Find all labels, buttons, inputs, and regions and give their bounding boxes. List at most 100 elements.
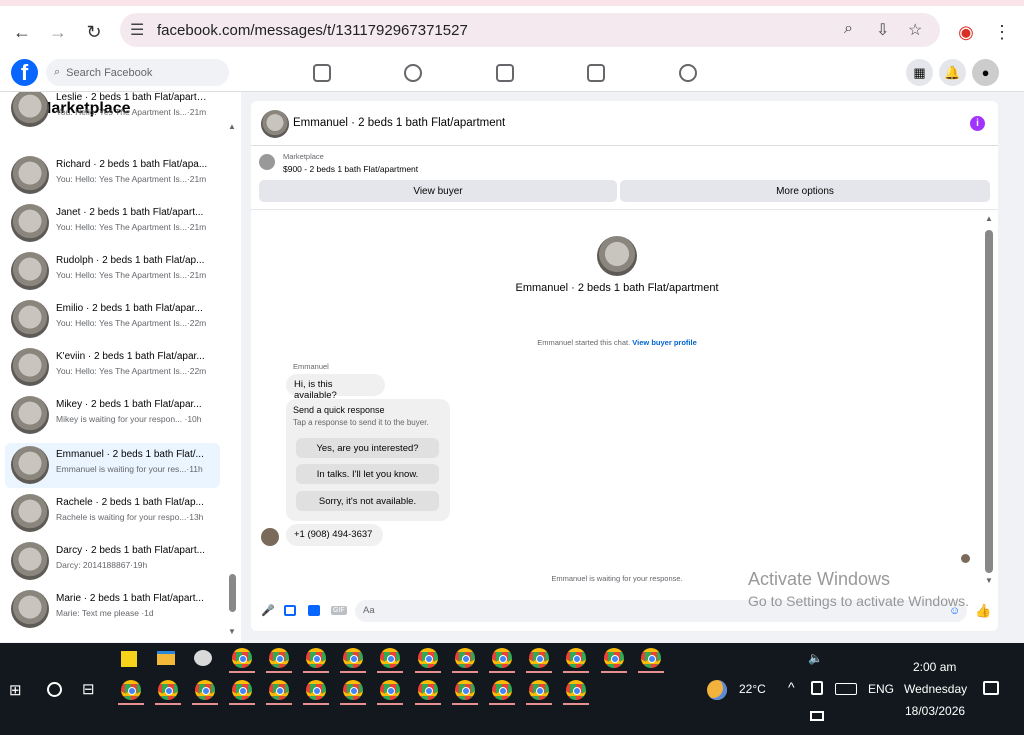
search-input[interactable]: ⌕ Search Facebook — [46, 59, 229, 86]
thread-avatar[interactable] — [261, 110, 289, 138]
sticky-notes-icon[interactable] — [121, 651, 137, 667]
keyboard-icon[interactable] — [835, 683, 857, 695]
chrome-taskbar-icon[interactable] — [529, 680, 549, 700]
thread-title[interactable]: Emmanuel · 2 beds 1 bath Flat/apartment — [293, 117, 505, 129]
chrome-taskbar-icon[interactable] — [492, 680, 512, 700]
forward-icon[interactable]: → — [46, 20, 70, 44]
notification-center-icon[interactable] — [983, 681, 999, 695]
conversation-name: Darcy · 2 beds 1 bath Flat/apart... — [56, 545, 205, 556]
chrome-taskbar-icon[interactable] — [529, 648, 549, 668]
chrome-taskbar-icon[interactable] — [232, 680, 252, 700]
groups-icon[interactable] — [679, 64, 697, 82]
file-explorer-icon[interactable] — [157, 651, 175, 665]
conversation-preview: Emmanuel is waiting for your res...·11h — [56, 464, 203, 474]
back-icon[interactable]: ← — [10, 20, 34, 44]
site-info-icon[interactable]: ☰ — [130, 20, 144, 40]
app-icon[interactable] — [194, 650, 212, 666]
conversation-item[interactable]: Mikey · 2 beds 1 bath Flat/apar... Mikey … — [5, 393, 220, 438]
chrome-taskbar-icon[interactable] — [158, 680, 178, 700]
friends-icon[interactable] — [404, 64, 422, 82]
conversation-item[interactable]: Emilio · 2 beds 1 bath Flat/apar... You: … — [5, 297, 220, 342]
chrome-taskbar-icon[interactable] — [195, 680, 215, 700]
chrome-taskbar-icon[interactable] — [455, 680, 475, 700]
clock-time[interactable]: 2:00 am — [913, 660, 956, 674]
info-icon[interactable]: i — [970, 116, 985, 131]
conversation-item[interactable]: K'eviin · 2 beds 1 bath Flat/apar... You:… — [5, 345, 220, 390]
profile-avatar[interactable] — [597, 236, 637, 276]
conversation-item[interactable]: Richard · 2 beds 1 bath Flat/apa... You: … — [5, 153, 220, 198]
conversation-item[interactable]: Rudolph · 2 beds 1 bath Flat/ap... You: H… — [5, 249, 220, 294]
profile-name: Emmanuel · 2 beds 1 bath Flat/apartment — [515, 282, 719, 294]
account-avatar[interactable]: ● — [972, 59, 999, 86]
zoom-icon[interactable]: ⌕ — [844, 20, 853, 38]
quick-response-option[interactable]: In talks. I'll let you know. — [296, 464, 439, 484]
conversation-item[interactable]: Rachele · 2 beds 1 bath Flat/ap... Rachel… — [5, 491, 220, 536]
sender-avatar[interactable] — [261, 528, 279, 546]
conversation-item[interactable]: Janet · 2 beds 1 bath Flat/apart... You: … — [5, 201, 220, 246]
conversation-item[interactable]: Emmanuel · 2 beds 1 bath Flat/... Emmanue… — [5, 443, 220, 488]
task-view-icon[interactable]: ⊟ — [82, 680, 95, 698]
install-icon[interactable]: ⇩ — [876, 20, 889, 40]
language-indicator[interactable]: ENG — [868, 682, 894, 696]
chrome-taskbar-icon[interactable] — [492, 648, 512, 668]
thread-scrollbar[interactable]: ▲ ▼ — [985, 214, 993, 585]
weather-icon[interactable] — [707, 680, 727, 700]
profile-icon[interactable]: ◉ — [954, 20, 978, 44]
sticker-icon[interactable] — [308, 605, 320, 616]
photo-icon[interactable] — [284, 605, 296, 616]
volume-icon[interactable]: 🔈 — [808, 651, 823, 665]
marketplace-icon[interactable] — [587, 64, 605, 82]
meet-icon[interactable] — [811, 681, 823, 695]
reload-icon[interactable]: ↻ — [82, 20, 106, 44]
message-bubble: Hi, is this available? — [286, 374, 385, 401]
chrome-taskbar-icon[interactable] — [641, 648, 661, 668]
windows-start-icon[interactable]: ⊞ — [9, 681, 22, 699]
listing-title[interactable]: $900 - 2 beds 1 bath Flat/apartment — [283, 164, 418, 174]
chrome-taskbar-icon[interactable] — [232, 648, 252, 668]
conversation-item[interactable]: Marie · 2 beds 1 bath Flat/apart... Marie… — [5, 587, 220, 632]
chrome-taskbar-icon[interactable] — [269, 648, 289, 668]
chrome-taskbar-icon[interactable] — [566, 680, 586, 700]
search-circle-icon[interactable] — [47, 682, 62, 697]
conversation-name: Janet · 2 beds 1 bath Flat/apart... — [56, 207, 204, 218]
gif-icon[interactable]: GIF — [331, 606, 347, 615]
chevron-up-icon[interactable]: ^ — [788, 679, 795, 695]
facebook-logo-icon[interactable]: f — [11, 59, 38, 86]
menu-grid-icon[interactable]: ▦ — [906, 59, 933, 86]
like-thumb-icon[interactable]: 👍 — [975, 603, 991, 619]
chrome-taskbar-icon[interactable] — [343, 648, 363, 668]
conversation-name: Leslie · 2 beds 1 bath Flat/apartment — [56, 92, 211, 103]
microphone-icon[interactable]: 🎤 — [261, 604, 275, 617]
clock-day[interactable]: Wednesday — [904, 682, 967, 696]
address-bar[interactable]: ☰ facebook.com/messages/t/13117929673715… — [120, 13, 940, 47]
bookmark-star-icon[interactable]: ☆ — [908, 20, 922, 40]
chrome-taskbar-icon[interactable] — [418, 648, 438, 668]
activation-watermark-subtitle: Go to Settings to activate Windows. — [748, 593, 969, 609]
chrome-taskbar-icon[interactable] — [380, 680, 400, 700]
home-icon[interactable] — [313, 64, 331, 82]
network-icon[interactable] — [810, 711, 824, 721]
notifications-bell-icon[interactable]: 🔔 — [939, 59, 966, 86]
quick-response-option[interactable]: Sorry, it's not available. — [296, 491, 439, 511]
chrome-taskbar-icon[interactable] — [604, 648, 624, 668]
view-buyer-profile-link[interactable]: View buyer profile — [632, 338, 696, 347]
chrome-taskbar-icon[interactable] — [121, 680, 141, 700]
video-icon[interactable] — [496, 64, 514, 82]
chrome-taskbar-icon[interactable] — [306, 680, 326, 700]
chrome-taskbar-icon[interactable] — [306, 648, 326, 668]
temperature[interactable]: 22°C — [739, 682, 766, 696]
chrome-taskbar-icon[interactable] — [566, 648, 586, 668]
scrollbar[interactable]: ▲ ▼ — [228, 122, 236, 637]
chrome-taskbar-icon[interactable] — [455, 648, 475, 668]
conversation-item[interactable]: Darcy · 2 beds 1 bath Flat/apart... Darcy… — [5, 539, 220, 584]
clock-date[interactable]: 18/03/2026 — [905, 704, 965, 718]
menu-dots-icon[interactable]: ⋮ — [990, 20, 1014, 44]
conversation-item[interactable]: Leslie · 2 beds 1 bath Flat/apartment You… — [5, 92, 220, 131]
quick-response-option[interactable]: Yes, are you interested? — [296, 438, 439, 458]
chrome-taskbar-icon[interactable] — [269, 680, 289, 700]
chrome-taskbar-icon[interactable] — [418, 680, 438, 700]
chrome-taskbar-icon[interactable] — [380, 648, 400, 668]
chrome-taskbar-icon[interactable] — [343, 680, 363, 700]
more-options-button[interactable]: More options — [620, 180, 990, 202]
view-buyer-button[interactable]: View buyer — [259, 180, 617, 202]
